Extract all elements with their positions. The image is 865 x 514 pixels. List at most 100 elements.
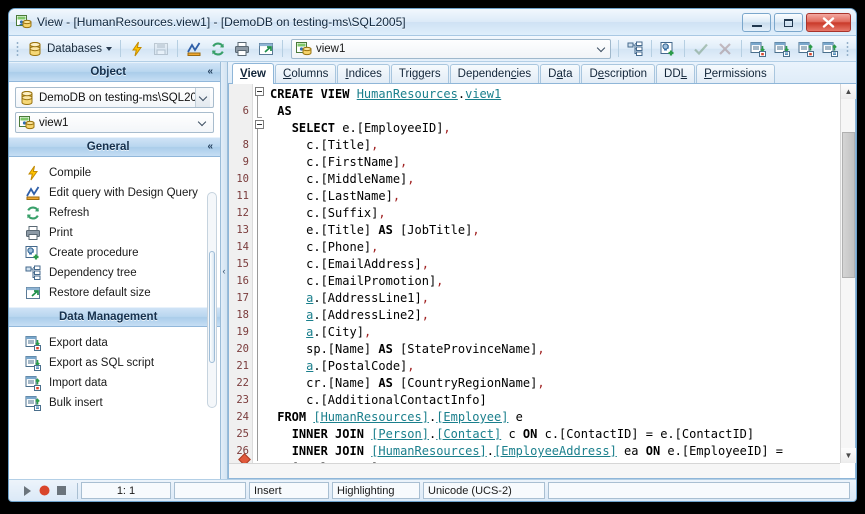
line-number: 23 (236, 394, 249, 406)
code-token: INNER JOIN (291, 427, 364, 441)
editor-horizontal-scrollbar[interactable] (229, 463, 840, 478)
import-data-button[interactable] (794, 38, 818, 59)
rollback-button[interactable] (713, 38, 737, 59)
code-token: , (421, 291, 429, 305)
close-button[interactable] (806, 13, 851, 32)
code-token: [JobTitle] (392, 223, 473, 237)
sidebar-item-bulk-insert[interactable]: Bulk insert (9, 393, 220, 413)
status-insert-mode[interactable]: Insert (249, 482, 329, 499)
view-icon (295, 41, 312, 55)
restore-default-size-button[interactable] (254, 38, 278, 59)
vertical-scrollbar-thumb[interactable] (842, 132, 855, 278)
object-combo[interactable]: view1 (15, 112, 214, 133)
design-query-icon (187, 42, 201, 56)
database-combo-value: DemoDB on testing-ms\SQL200 (39, 91, 195, 104)
design-query-button[interactable] (182, 38, 206, 59)
sidebar-item-edit-query[interactable]: Edit query with Design Query (9, 183, 220, 203)
dependency-tree-button[interactable] (623, 38, 647, 59)
line-number: 9 (242, 156, 249, 168)
refresh-button[interactable] (206, 38, 230, 59)
tab-label: Triggers (398, 68, 441, 80)
play-icon[interactable] (23, 485, 32, 496)
create-procedure-button[interactable] (656, 38, 680, 59)
sidebar-item-export-data[interactable]: Export data (9, 333, 220, 353)
chevron-down-icon[interactable] (597, 44, 606, 53)
toolbar-separator (684, 40, 685, 57)
sidebar-item-label: Restore default size (49, 287, 151, 299)
tab-dependencies[interactable]: Dependencies (449, 64, 540, 83)
sidebar-item-import-data[interactable]: Import data (9, 373, 220, 393)
sql-editor[interactable]: 6 8 9 10 11 12 13 14 15 16 17 18 19 20 21 22 23 24 25 26 CR… (228, 84, 856, 479)
sidebar-item-refresh[interactable]: Refresh (9, 203, 220, 223)
code-folding-column[interactable] (238, 84, 266, 478)
fold-toggle[interactable] (255, 120, 264, 129)
sidebar-item-create-procedure[interactable]: Create procedure (9, 243, 220, 263)
record-icon[interactable] (39, 485, 50, 496)
database-combo[interactable]: DemoDB on testing-ms\SQL200 (15, 87, 214, 108)
sidebar-item-restore-default-size[interactable]: Restore default size (9, 283, 220, 303)
tab-data[interactable]: Data (540, 64, 581, 83)
code-token: sp.[Name] (270, 342, 379, 356)
section-header-data-management[interactable]: Data Management « (9, 307, 220, 327)
sidebar-item-print[interactable]: Print (9, 223, 220, 243)
object-combo-dropdown[interactable] (195, 113, 210, 132)
collapse-icon[interactable]: « (207, 142, 213, 152)
scroll-down-icon[interactable]: ▼ (841, 448, 856, 463)
line-number: 21 (236, 360, 249, 372)
sidebar-item-export-sql-script[interactable]: Export as SQL script (9, 353, 220, 373)
toolbar-overflow-button[interactable] (846, 41, 849, 56)
editor-vertical-scrollbar[interactable]: ▲ ▼ (840, 84, 856, 463)
code-line: a.[PostalCode], (270, 358, 855, 375)
stop-icon[interactable] (57, 486, 66, 495)
code-token: , (392, 189, 401, 203)
tab-permissions[interactable]: Permissions (696, 64, 775, 83)
code-line: c.[AdditionalContactInfo] (270, 392, 855, 409)
databases-dropdown-button[interactable]: Databases (23, 38, 116, 59)
sidebar-scrollbar-thumb[interactable] (209, 251, 215, 363)
maximize-button[interactable] (774, 13, 803, 32)
sql-code-content[interactable]: CREATE VIEW HumanResources.view1 AS SELE… (266, 84, 855, 478)
import-data-icon (798, 41, 814, 57)
code-token: [HumanResources] (371, 444, 487, 458)
tab-description[interactable]: Description (581, 64, 656, 83)
tab-view[interactable]: View (232, 63, 275, 84)
sidebar-splitter[interactable]: ‹ (221, 62, 228, 479)
tab-columns[interactable]: Columns (275, 64, 337, 83)
status-highlighting[interactable]: Highlighting (332, 482, 420, 499)
tab-triggers[interactable]: Triggers (390, 64, 449, 83)
print-button[interactable] (230, 38, 254, 59)
export-sql-script-button[interactable] (770, 38, 794, 59)
compile-button[interactable] (125, 38, 149, 59)
export-data-button[interactable] (746, 38, 770, 59)
lightning-icon (132, 41, 142, 56)
toolbar-separator (119, 40, 121, 57)
object-selector-combo[interactable]: view1 (290, 38, 611, 59)
section-header-object[interactable]: Object « (9, 62, 220, 82)
section-header-general[interactable]: General « (9, 137, 220, 157)
code-token: , (371, 138, 379, 152)
tab-ddl[interactable]: DDL (656, 64, 696, 83)
code-token: ON (522, 427, 538, 441)
sidebar-item-dependency-tree[interactable]: Dependency tree (9, 263, 220, 283)
database-combo-dropdown[interactable] (195, 88, 210, 107)
scroll-up-icon[interactable]: ▲ (841, 84, 856, 99)
code-line: sp.[Name] AS [StateProvinceName], (270, 341, 855, 358)
minimize-button[interactable] (742, 13, 771, 32)
save-button[interactable] (149, 38, 173, 59)
code-token: [Contact] (436, 427, 502, 441)
line-number (229, 120, 252, 137)
tab-indices[interactable]: Indices (337, 64, 390, 83)
commit-button[interactable] (689, 38, 713, 59)
sidebar-item-compile[interactable]: Compile (9, 163, 220, 183)
collapse-sidebar-icon[interactable]: ‹ (223, 266, 226, 276)
code-line: a.[AddressLine1], (270, 290, 855, 307)
status-encoding[interactable]: Unicode (UCS-2) (423, 482, 545, 499)
collapse-icon[interactable]: « (207, 67, 213, 77)
code-token: AS (378, 342, 393, 356)
code-token: CREATE VIEW (270, 87, 357, 101)
fold-toggle[interactable] (255, 87, 264, 96)
bulk-insert-button[interactable] (818, 38, 842, 59)
sidebar-scrollbar[interactable] (207, 192, 217, 408)
toolbar-grip[interactable] (16, 41, 19, 56)
